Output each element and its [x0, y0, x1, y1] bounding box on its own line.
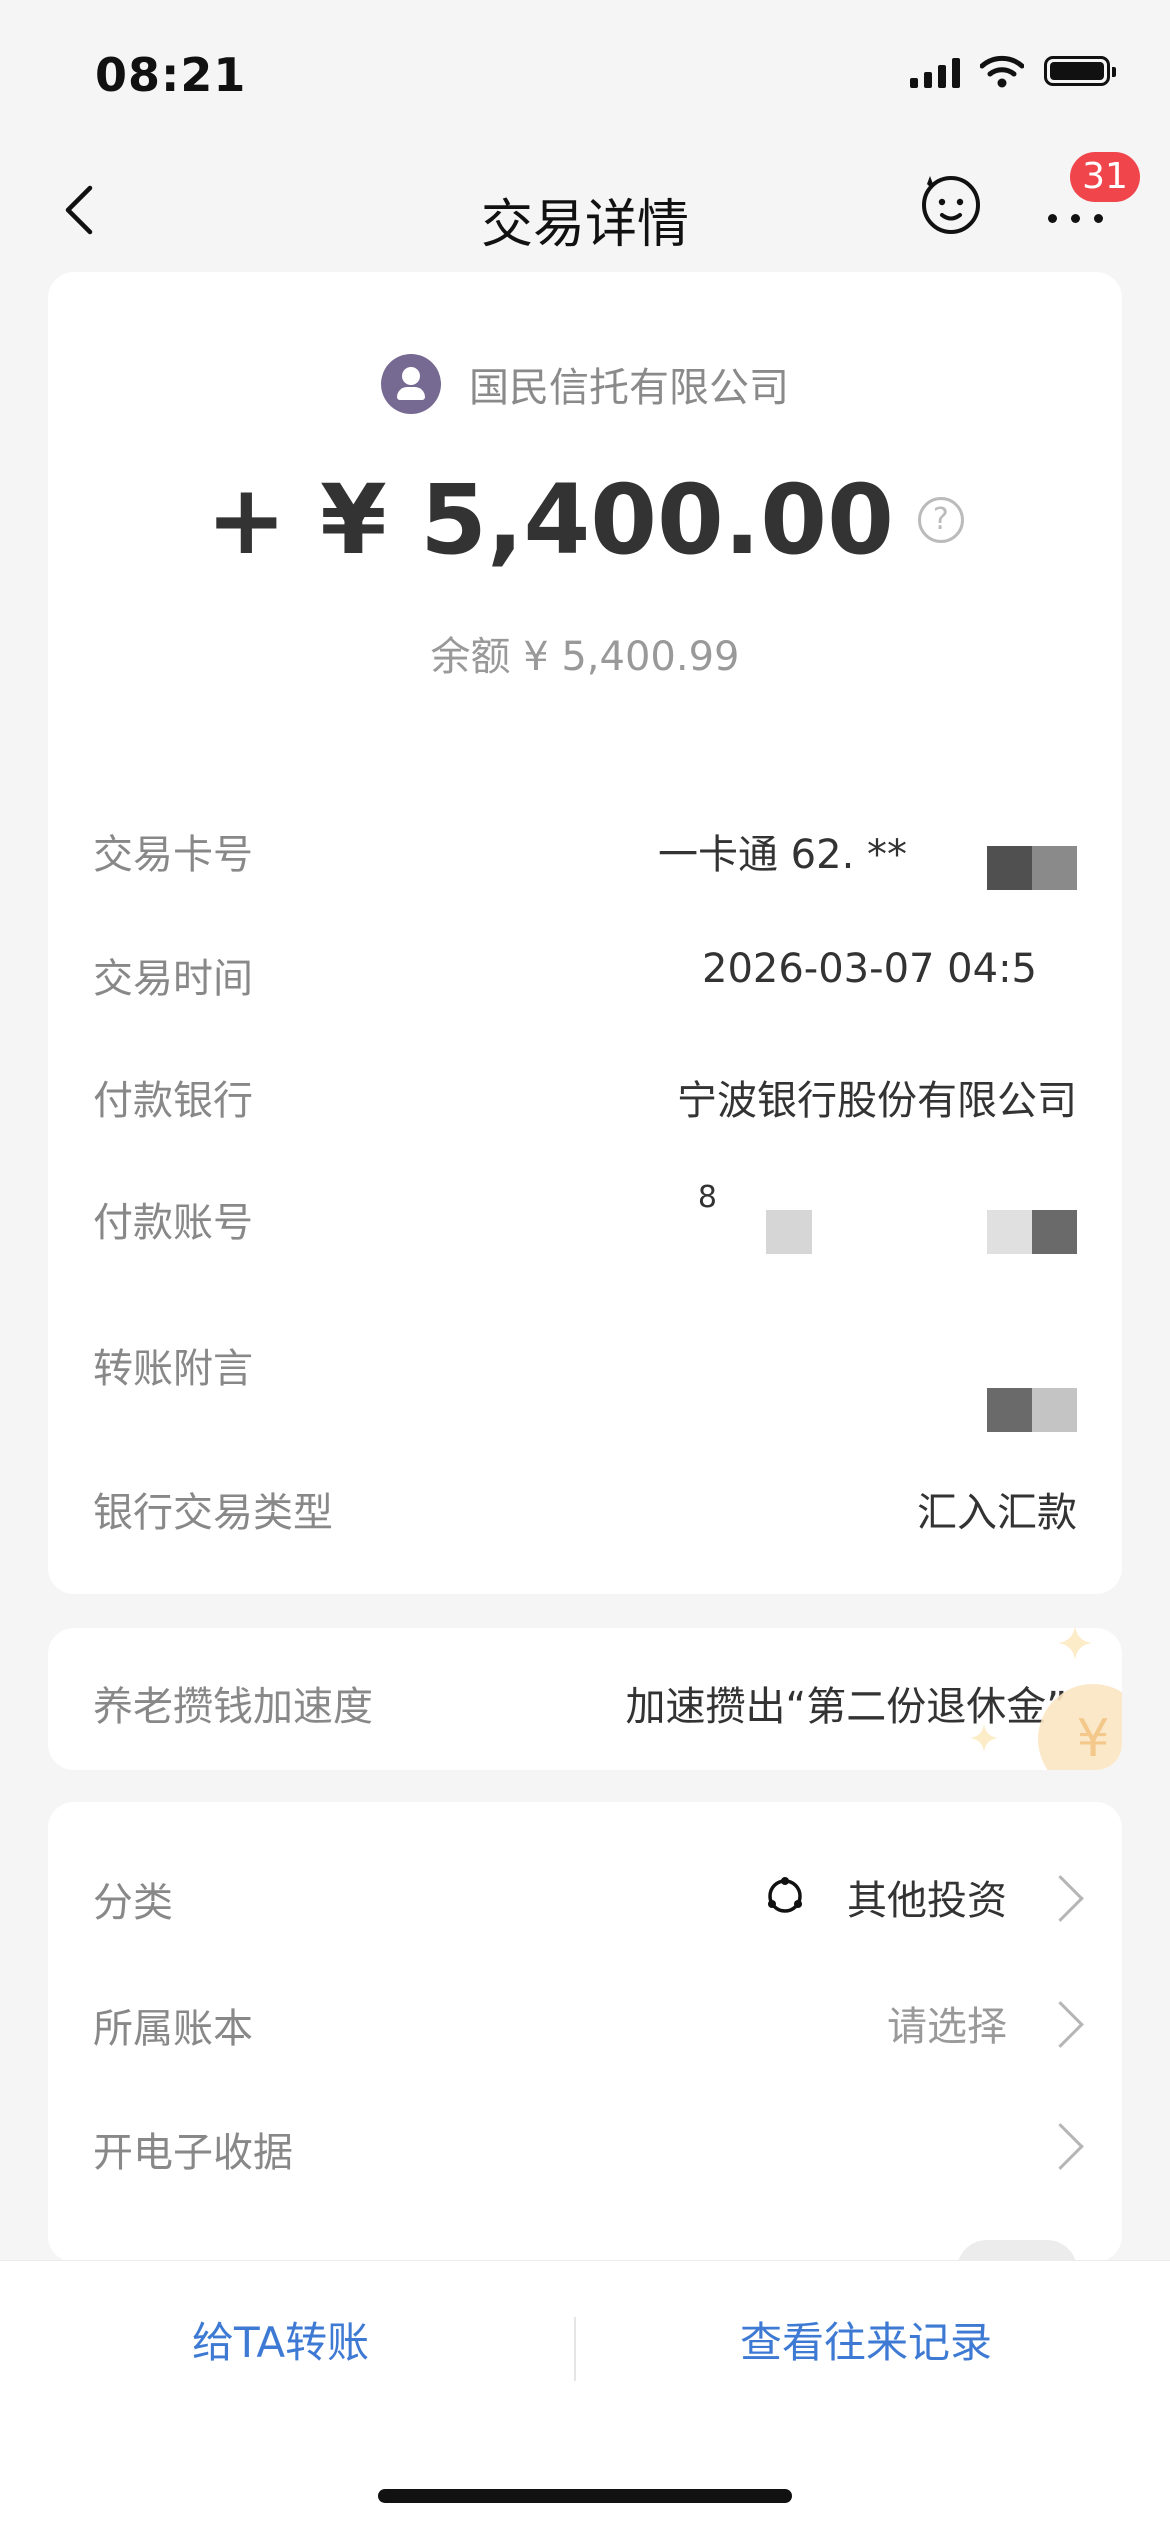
detail-label: 银行交易类型: [93, 1490, 333, 1536]
sparkle-icon: [970, 1724, 998, 1752]
settings-card: 分类 其他投资 所属账本 请选择 开电子收据: [48, 1802, 1122, 2262]
sparkle-icon: [1058, 1628, 1092, 1660]
ledger-label: 所属账本: [93, 2006, 253, 2052]
bottom-action-bar: 给TA转账 查看往来记录: [0, 2260, 1170, 2533]
detail-label: 付款账号: [93, 1200, 253, 1246]
detail-label: 交易卡号: [93, 832, 253, 878]
ledger-row[interactable]: 所属账本 请选择: [93, 1984, 1084, 2054]
detail-row-time: 交易时间 2026-03-07 04:5: [93, 934, 1077, 1004]
status-bar: 08:21: [0, 0, 1170, 140]
detail-value: 一卡通 62. **: [657, 832, 907, 878]
other-investment-icon: [768, 1877, 802, 1913]
view-history-button[interactable]: 查看往来记录: [740, 2309, 992, 2370]
status-time: 08:21: [95, 48, 247, 102]
redacted-block: [987, 1388, 1077, 1432]
e-receipt-label: 开电子收据: [93, 2130, 293, 2176]
chevron-right-icon: [1037, 1875, 1084, 1922]
cellular-signal-icon: [910, 54, 960, 88]
divider: [574, 2317, 576, 2381]
category-label: 分类: [93, 1880, 173, 1926]
detail-value: 2026-03-07 04:5: [702, 946, 1037, 992]
help-question-icon[interactable]: ?: [917, 497, 964, 543]
detail-row-payer-bank: 付款银行 宁波银行股份有限公司: [93, 1056, 1077, 1126]
balance-text: 余额 ¥ 5,400.99: [430, 634, 740, 680]
pension-value: 加速攒出“第二份退休金”: [625, 1684, 1067, 1730]
pension-promo-card[interactable]: 养老攒钱加速度 加速攒出“第二份退休金” ¥: [48, 1628, 1122, 1770]
wifi-icon: [980, 55, 1024, 88]
detail-label: 转账附言: [93, 1346, 253, 1392]
page-title: 交易详情: [480, 195, 689, 255]
detail-row-remark: 转账附言: [93, 1324, 1077, 1432]
customer-service-smiley-icon[interactable]: [918, 170, 984, 236]
redacted-block: [987, 1210, 1077, 1254]
chevron-right-icon: [1037, 2001, 1084, 2048]
amount-row: + ¥ 5,400.00 ?: [48, 464, 1122, 576]
redacted-block: [766, 1210, 812, 1254]
nav-bar: 交易详情: [0, 150, 1170, 270]
home-indicator: [378, 2489, 792, 2503]
redacted-block: [987, 846, 1077, 890]
payer-name: 国民信托有限公司: [469, 365, 789, 411]
detail-label: 付款银行: [93, 1078, 253, 1124]
detail-value: 宁波银行股份有限公司: [677, 1078, 1077, 1124]
battery-icon: [1044, 56, 1116, 86]
category-value: 其他投资: [847, 1878, 1007, 1924]
payer-avatar-icon: [381, 354, 441, 414]
detail-value: 8: [697, 1180, 717, 1215]
partially-hidden-toggle[interactable]: [957, 2240, 1077, 2262]
detail-row-payer-account: 付款账号 8: [93, 1178, 1077, 1254]
e-receipt-row[interactable]: 开电子收据: [93, 2108, 1084, 2178]
detail-row-transaction-type: 银行交易类型 汇入汇款: [93, 1468, 1077, 1538]
detail-label: 交易时间: [93, 956, 253, 1002]
transaction-amount: + ¥ 5,400.00: [206, 464, 894, 576]
transfer-button[interactable]: 给TA转账: [192, 2309, 369, 2370]
status-icons: [910, 54, 1116, 88]
pension-label: 养老攒钱加速度: [93, 1684, 373, 1730]
transaction-card: 国民信托有限公司 + ¥ 5,400.00 ? 余额 ¥ 5,400.99 交易…: [48, 272, 1122, 1594]
notification-badge: 31: [1070, 152, 1140, 202]
pension-row: 养老攒钱加速度 加速攒出“第二份退休金”: [93, 1662, 1077, 1732]
detail-value: 汇入汇款: [917, 1490, 1077, 1536]
ledger-value: 请选择: [887, 2004, 1007, 2050]
payer-info: 国民信托有限公司: [48, 354, 1122, 414]
category-row[interactable]: 分类 其他投资: [93, 1858, 1084, 1928]
chevron-right-icon: [1037, 2123, 1084, 2170]
detail-row-card-number: 交易卡号 一卡通 62. **: [93, 810, 1077, 890]
